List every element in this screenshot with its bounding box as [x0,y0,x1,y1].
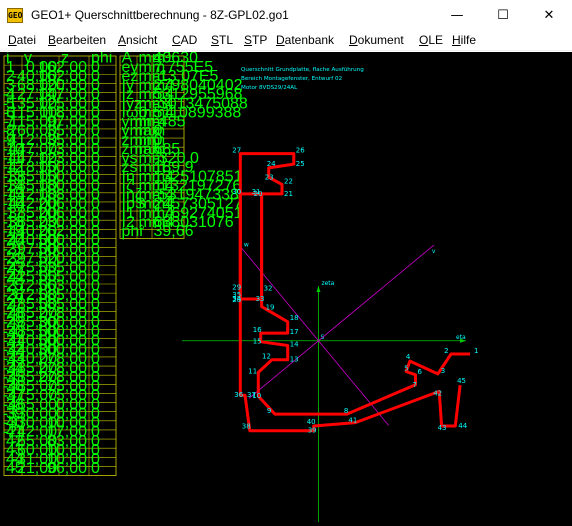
point-label: 17 [290,328,299,336]
point-label: 4 [406,353,411,361]
principal-axis-v-label: v [432,248,436,255]
point-label: 26 [296,147,305,155]
menu-item-stp[interactable]: STP [244,33,267,47]
point-label: 2 [444,347,448,355]
menu-label: AD [180,33,198,47]
menu-item-ansicht[interactable]: Ansicht [118,33,157,47]
point-label: 8 [344,407,348,415]
point-label: 45 [457,377,466,385]
menu-mnemonic: C [172,33,181,47]
coordinate-table-cell: 0 [91,460,100,477]
principal-axis-w-label: w [244,241,249,248]
menu-label: earbeiten [56,33,107,47]
point-label: 21 [284,190,293,198]
properties-table-cell: 39,66 [154,223,194,240]
menu-mnemonic: B [48,33,57,47]
section-description: Querschnitt Grundplatte, flache Ausführu… [241,67,364,73]
point-label: 33 [256,295,265,303]
app-icon[interactable]: GEO [7,8,23,23]
menu-label: atei [16,33,37,47]
section-description: Bereich Montagefenster, Entwurf 02 [241,76,342,82]
menu-label: atenbank [284,33,335,47]
section-description: Motor 8VDS29/24AL [241,85,298,91]
point-label: 11 [248,367,257,375]
point-label: 7 [413,381,417,389]
point-label: 13 [290,356,299,364]
menu-label: nsicht [126,33,158,47]
close-button[interactable]: ✕ [526,0,572,31]
point-label: 43 [438,424,447,432]
point-label: 32 [264,285,273,293]
menu-bar: Datei Bearbeiten Ansicht CAD STL STP Datenbank… [0,31,572,51]
point-label: 23 [265,173,274,181]
menu-item-bearbeiten[interactable]: Bearbeiten [48,33,106,47]
eta-axis-label: eta [456,334,466,341]
menu-mnemonic: A [118,33,127,47]
point-label: 27 [232,147,241,155]
point-label: 12 [262,353,271,361]
zeta-axis-arrow [316,286,321,292]
title-bar: GEO GEO1+ Querschnittberechnung - 8Z-GPL… [0,0,572,31]
menu-item-cad[interactable]: CAD [172,33,197,47]
menu-item-hilfe[interactable]: Hilfe [452,33,476,47]
point-label: 14 [290,341,299,349]
principal-axis-v-line [248,244,435,399]
point-label: 39 [308,427,317,435]
menu-mnemonic: D [8,33,17,47]
point-label: 35 [232,291,241,299]
menu-mnemonic: S [244,33,253,47]
menu-item-stl[interactable]: STL [211,33,233,47]
window-title: GEO1+ Querschnittberechnung - 8Z-GPL02.g… [31,8,289,22]
point-label: 31 [252,188,261,196]
point-label: 40 [307,418,316,426]
point-label: 30 [232,188,241,196]
menu-mnemonic: H [452,33,461,47]
point-label: 44 [458,422,467,430]
point-label: 25 [296,160,305,168]
menu-item-ole[interactable]: OLE [419,33,443,47]
point-label: 22 [284,177,293,185]
point-label: 9 [267,407,271,415]
principal-axis-w-line [241,248,389,426]
menu-label: TP [252,33,268,47]
point-label: 5 [404,365,408,373]
menu-mnemonic: D [349,33,358,47]
point-label: 15 [253,338,262,346]
menu-label: TL [219,33,234,47]
menu-item-dokument[interactable]: Dokument [349,33,404,47]
cross-section-drawing[interactable]: i y z phi1 0,00162,00 02-40,00162,00 03-68,001… [0,52,572,526]
coordinate-table-cell: 96,00 [47,460,87,477]
properties-table-cell: ° [139,223,145,240]
menu-label: okument [357,33,404,47]
point-label: 24 [267,160,276,168]
point-label: 36 [234,391,243,399]
point-label: 18 [290,314,299,322]
point-label: 16 [253,326,262,334]
point-label: 38 [242,423,251,431]
menu-mnemonic: O [419,33,429,47]
point-label: 3 [441,367,445,375]
point-label: 6 [418,368,423,376]
maximize-button[interactable]: ☐ [480,0,526,31]
drawing-canvas[interactable]: i y z phi 1 0,00 162,00 0 2 -40,00 162,00 0 3 -68,00 1… [0,52,572,526]
minimize-button[interactable]: — [434,0,480,31]
menu-label: LE [428,33,444,47]
menu-item-datei[interactable]: Datei [8,33,36,47]
point-label: 1 [474,347,478,355]
point-label: 41 [348,417,357,425]
menu-label: ilfe [460,33,477,47]
zeta-axis-label: zeta [321,280,334,287]
point-label: 37 [247,391,256,399]
menu-mnemonic: S [211,33,220,47]
point-label: 19 [266,304,275,312]
point-label: 42 [433,389,442,397]
menu-mnemonic: D [276,33,285,47]
menu-item-datenbank[interactable]: Datenbank [276,33,334,47]
